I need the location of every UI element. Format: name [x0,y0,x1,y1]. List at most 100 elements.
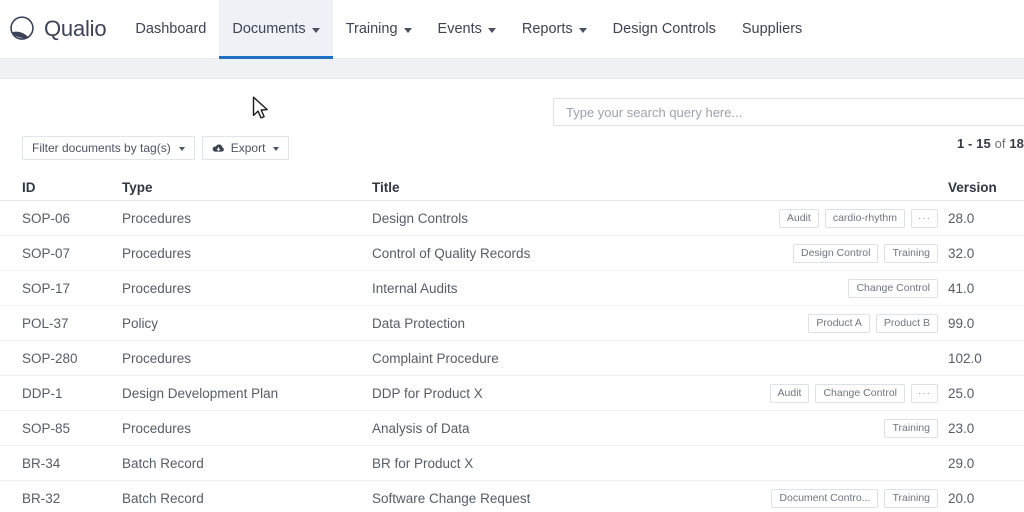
cell-version: 41.0 [948,280,975,296]
cell-type: Policy [122,315,159,331]
tag-badge[interactable]: Training [884,243,938,263]
tag-badge[interactable]: Product A [808,313,870,333]
tag-badge[interactable]: Audit [769,383,810,403]
tag-badge[interactable]: Change Control [848,278,938,298]
cell-type: Procedures [122,350,192,366]
cell-type: Procedures [122,210,192,226]
nav-item-label: Training [345,21,398,37]
cell-id[interactable]: BR-34 [0,456,122,471]
cell-id[interactable]: SOP-06 [0,211,122,226]
cell-version: 32.0 [948,245,975,261]
tag-badge[interactable]: Change Control [815,383,905,403]
tag-badge[interactable]: Training [884,488,938,508]
export-label: Export [230,141,266,155]
sub-header-strip [0,59,1024,79]
nav-item-events[interactable]: Events [425,0,509,59]
documents-page: Qualio Dashboard Documents Training Even… [0,0,1024,512]
chevron-down-icon [487,27,496,33]
cell-version: 102.0 [948,350,982,366]
nav-item-documents[interactable]: Documents [219,0,334,59]
column-header-id[interactable]: ID [0,180,122,195]
cell-tags: Document Contro... Training [738,488,948,508]
tag-overflow-button[interactable]: ··· [911,383,938,403]
cell-id[interactable]: POL-37 [0,316,122,331]
tag-badge[interactable]: Design Control [793,243,879,263]
cell-version: 29.0 [948,455,975,471]
cell-title[interactable]: Complaint Procedure [372,351,738,366]
cell-title[interactable]: Software Change Request [372,491,738,506]
column-header-version[interactable]: Version [948,180,1024,195]
cell-id[interactable]: DDP-1 [0,386,122,401]
cell-version: 23.0 [948,420,975,436]
cell-tags: Design Control Training [738,243,948,263]
export-button[interactable]: Export [201,136,290,160]
column-header-type[interactable]: Type [122,180,372,195]
brand-name: Qualio [44,16,107,41]
cell-version: 28.0 [948,210,975,226]
cloud-download-icon [212,143,224,152]
cell-title[interactable]: Analysis of Data [372,421,738,436]
cell-title[interactable]: Control of Quality Records [372,246,738,261]
cell-id[interactable]: SOP-07 [0,246,122,261]
cell-type: Batch Record [122,455,204,471]
cell-title[interactable]: Data Protection [372,316,738,331]
nav-items: Dashboard Documents Training Events Repo… [122,0,815,59]
cell-id[interactable]: BR-32 [0,491,122,506]
cell-id[interactable]: SOP-280 [0,351,122,366]
tag-badge[interactable]: Product B [875,313,938,333]
nav-item-label: Reports [521,21,573,37]
nav-item-label: Design Controls [612,21,716,37]
table-row[interactable]: SOP-280 Procedures Complaint Procedure 102.… [0,341,1024,376]
cell-title[interactable]: BR for Product X [372,456,738,471]
tag-badge[interactable]: cardio-rhythm [824,208,905,228]
cell-title[interactable]: DDP for Product X [372,386,738,401]
tag-badge[interactable]: Document Contro... [771,488,879,508]
nav-item-training[interactable]: Training [333,0,425,59]
nav-item-suppliers[interactable]: Suppliers [729,0,815,59]
pagination-of: of [994,136,1006,151]
cell-version: 99.0 [948,315,975,331]
table-row[interactable]: SOP-17 Procedures Internal Audits Change Co… [0,271,1024,306]
nav-item-design-controls[interactable]: Design Controls [600,0,729,59]
chevron-down-icon [311,27,320,33]
cell-title[interactable]: Design Controls [372,211,738,226]
nav-item-reports[interactable]: Reports [509,0,600,59]
tag-badge[interactable]: Training [884,418,938,438]
cell-id[interactable]: SOP-85 [0,421,122,436]
nav-item-label: Events [437,21,482,37]
cell-tags: Change Control [738,278,948,298]
cell-title[interactable]: Internal Audits [372,281,738,296]
cell-type: Procedures [122,245,192,261]
search-input[interactable] [553,98,1024,126]
cell-type: Design Development Plan [122,385,279,401]
cell-tags: Audit Change Control ··· [738,383,948,403]
top-navigation-bar: Qualio Dashboard Documents Training Even… [0,0,1024,59]
nav-item-label: Dashboard [135,21,207,37]
nav-item-label: Documents [232,21,306,37]
brand-logo[interactable]: Qualio [8,0,107,59]
cell-id[interactable]: SOP-17 [0,281,122,296]
table-header-row: ID Type Title Version [0,170,1024,201]
documents-table: ID Type Title Version SOP-06 Procedures De… [0,170,1024,512]
table-row[interactable]: SOP-06 Procedures Design Controls Audit card… [0,201,1024,236]
cell-type: Batch Record [122,490,204,506]
table-row[interactable]: BR-32 Batch Record Software Change Request… [0,481,1024,512]
qualio-circle-swoosh-logo-icon [10,16,34,40]
toolbar-button-group: Filter documents by tag(s) Export [22,136,290,160]
chevron-down-icon [403,27,412,33]
cell-tags: Product A Product B [738,313,948,333]
table-row[interactable]: SOP-07 Procedures Control of Quality Recor… [0,236,1024,271]
pagination-total: 18 [1009,136,1024,151]
nav-item-dashboard[interactable]: Dashboard [122,0,219,59]
cell-tags: Audit cardio-rhythm ··· [738,208,948,228]
table-row[interactable]: POL-37 Policy Data Protection Product A Prod… [0,306,1024,341]
table-row[interactable]: SOP-85 Procedures Analysis of Data Training… [0,411,1024,446]
table-row[interactable]: BR-34 Batch Record BR for Product X 29.0 [0,446,1024,481]
table-row[interactable]: DDP-1 Design Development Plan DDP for Prod… [0,376,1024,411]
column-header-title[interactable]: Title [372,180,738,195]
tag-overflow-button[interactable]: ··· [911,208,938,228]
cell-version: 25.0 [948,385,975,401]
filter-by-tags-button[interactable]: Filter documents by tag(s) [22,136,195,160]
pagination-range: 1 - 15 [957,136,991,151]
tag-badge[interactable]: Audit [778,208,819,228]
